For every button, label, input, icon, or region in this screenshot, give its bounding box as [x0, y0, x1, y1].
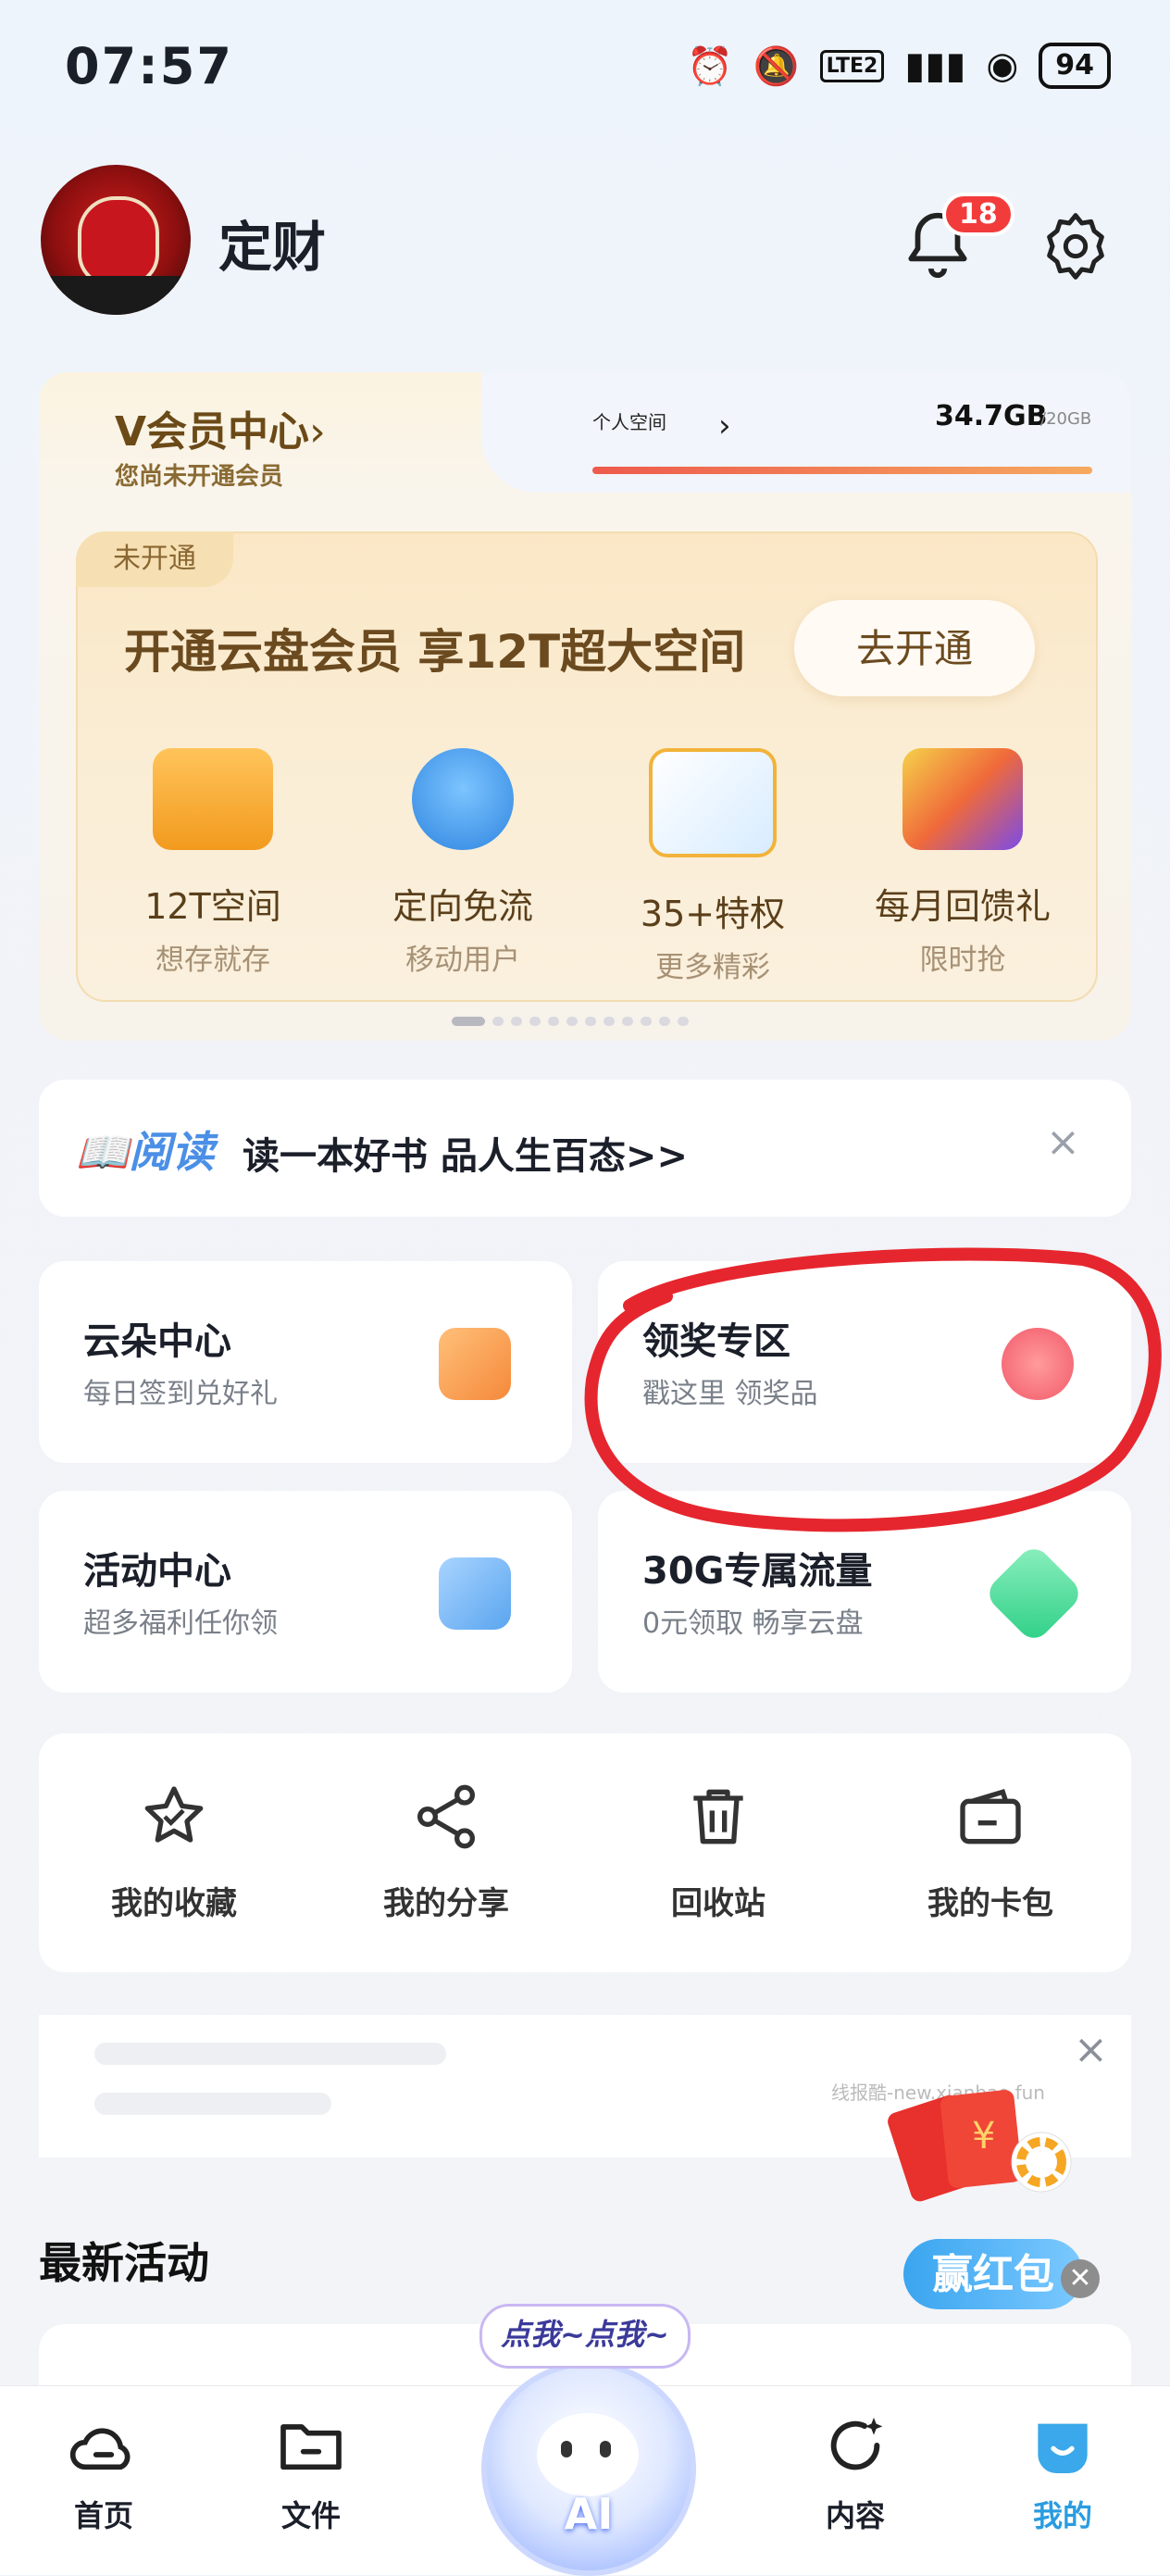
notification-badge: 18 — [942, 193, 1014, 236]
ai-prompt-bubble[interactable]: 点我~点我~ — [479, 2304, 691, 2369]
annotation-circle — [584, 1247, 1162, 1532]
quick-action-label: 我的分享 — [383, 1885, 509, 1922]
nav-content[interactable]: 内容 — [781, 2413, 929, 2535]
space-panel[interactable] — [481, 372, 1131, 493]
feature-label: 每月回馈礼 — [874, 886, 1051, 927]
feature-sub: 更多精彩 — [655, 951, 770, 984]
carousel-dots — [452, 1017, 689, 1026]
gift-apps-icon — [902, 748, 1023, 850]
clock-folder-icon — [439, 1557, 511, 1630]
card-title: 活动中心 — [83, 1550, 231, 1593]
chevron-right-icon[interactable]: › — [718, 407, 731, 444]
card-title: 云朵中心 — [83, 1320, 231, 1363]
nav-label: 首页 — [73, 2498, 133, 2533]
profile-face-icon — [1038, 2423, 1088, 2473]
card-sub: 0元领取 畅享云盘 — [642, 1607, 864, 1640]
battery-indicator: 94 — [1039, 43, 1111, 89]
vip-center-link[interactable]: V会员中心› — [115, 398, 326, 457]
nav-files[interactable]: 文件 — [237, 2413, 385, 2535]
signal-icon: ▮▮▮ — [904, 44, 966, 87]
space-total: /20GB — [1040, 409, 1092, 429]
nav-mine[interactable]: 我的 — [989, 2413, 1137, 2535]
card-sub: 超多福利任你领 — [83, 1607, 278, 1640]
avatar[interactable] — [41, 165, 191, 315]
promo-title: 开通云盘会员 享12T超大空间 — [124, 625, 746, 679]
loading-skeleton — [94, 2043, 446, 2065]
svg-text:¥: ¥ — [972, 2115, 995, 2157]
vip-status-tag: 未开通 — [76, 531, 233, 587]
quick-action-label: 我的卡包 — [927, 1885, 1053, 1922]
vip-status: 您尚未开通会员 — [115, 463, 284, 491]
avatar-mask-icon — [78, 196, 159, 287]
feature-label: 12T空间 — [144, 886, 281, 927]
trash-icon — [693, 1789, 743, 1844]
ai-label: AI — [564, 2489, 614, 2539]
wifi-icon — [412, 748, 514, 850]
recycle-bin-button[interactable]: 回收站 — [626, 1780, 811, 1923]
space-usage-bar — [592, 467, 1092, 474]
network-label: LTE2 — [819, 49, 885, 82]
close-icon[interactable]: × — [1074, 2026, 1108, 2073]
book-icon: 📖 — [76, 1127, 130, 1177]
card-sub: 每日签到兑好礼 — [83, 1378, 278, 1410]
nav-home[interactable]: 首页 — [30, 2413, 178, 2535]
feature-sub: 限时抢 — [919, 944, 1006, 977]
username[interactable]: 定财 — [218, 204, 326, 281]
reading-logo: 📖阅读 — [76, 1127, 215, 1177]
star-icon — [144, 1786, 204, 1843]
space-used: 34.7GB — [935, 400, 1048, 432]
ai-cloud-mascot-icon — [537, 2413, 639, 2496]
feature-label: 定向免流 — [392, 886, 533, 927]
nav-label: 文件 — [280, 2498, 341, 2533]
reading-text: 读一本好书 品人生百态>> — [243, 1135, 688, 1178]
feature-free-traffic[interactable]: 定向免流 移动用户 — [352, 748, 574, 978]
personal-space-label: 个人空间 — [592, 411, 666, 433]
close-icon[interactable]: × — [1046, 1119, 1080, 1166]
loading-skeleton — [94, 2093, 331, 2115]
chevron-right-icon: › — [309, 408, 326, 456]
mute-bell-icon: 🔕 — [753, 44, 800, 88]
wifi-icon: ◉ — [986, 44, 1019, 87]
ai-assistant-button[interactable]: AI — [481, 2361, 696, 2576]
settings-gear-icon[interactable] — [1039, 209, 1113, 283]
win-red-packet-button[interactable]: 赢红包 — [903, 2239, 1083, 2309]
folder-icon — [153, 748, 273, 850]
nav-label: 内容 — [825, 2498, 885, 2533]
refresh-star-icon — [830, 2418, 883, 2470]
quick-action-label: 我的收藏 — [111, 1885, 237, 1922]
feature-sub: 想存就存 — [156, 944, 270, 977]
folder-icon — [280, 2424, 342, 2470]
cloud-icon — [649, 748, 777, 857]
quick-action-label: 回收站 — [671, 1885, 765, 1922]
close-icon[interactable]: ✕ — [1061, 2259, 1100, 2298]
calendar-check-icon — [439, 1328, 511, 1400]
red-envelope-icon[interactable]: ¥ — [879, 2074, 1074, 2213]
share-icon — [417, 1784, 475, 1849]
vip-center-title: V会员中心 — [115, 408, 310, 456]
feature-label: 35+特权 — [640, 894, 786, 934]
open-vip-button[interactable]: 去开通 — [794, 600, 1035, 696]
feature-sub: 移动用户 — [405, 944, 520, 977]
card-title: 30G专属流量 — [642, 1550, 873, 1593]
feature-monthly-gift[interactable]: 每月回馈礼 限时抢 — [852, 748, 1074, 978]
status-icons: ⏰ 🔕 LTE2 ▮▮▮ ◉ 94 — [687, 43, 1111, 89]
cloud-home-icon — [69, 2428, 131, 2470]
feature-12t-space[interactable]: 12T空间 想存就存 — [102, 748, 324, 978]
nav-label: 我的 — [1032, 2498, 1092, 2533]
alarm-icon: ⏰ — [686, 44, 733, 88]
my-shares-button[interactable]: 我的分享 — [354, 1780, 539, 1923]
feature-privileges[interactable]: 35+特权 更多精彩 — [602, 748, 824, 985]
my-wallet-button[interactable]: 我的卡包 — [898, 1780, 1083, 1923]
section-title-latest: 最新活动 — [39, 2238, 209, 2288]
my-favorites-button[interactable]: 我的收藏 — [81, 1780, 267, 1923]
status-time: 07:57 — [65, 37, 233, 95]
wallet-icon — [960, 1789, 1021, 1844]
